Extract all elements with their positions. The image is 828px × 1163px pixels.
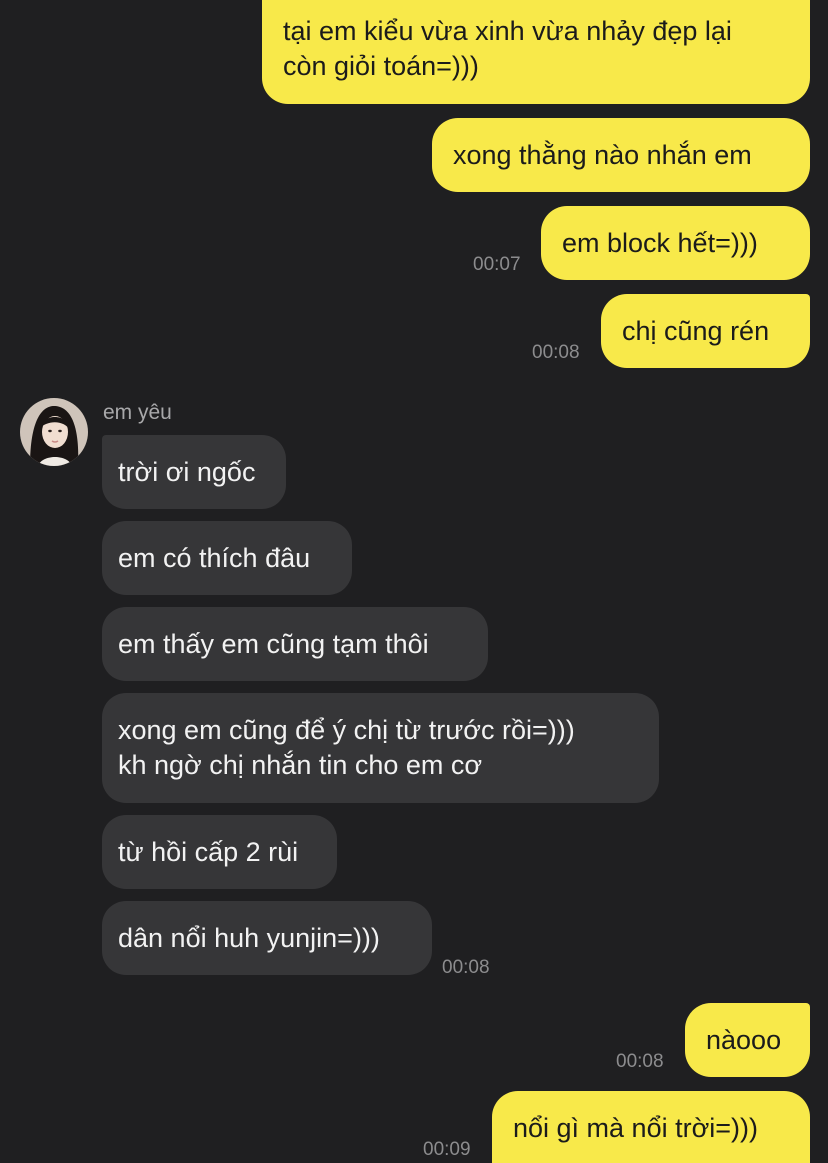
- message-text: trời ơi ngốc: [118, 457, 256, 487]
- message-bubble-outgoing[interactable]: nổi gì mà nổi trời=))): [492, 1091, 810, 1163]
- message-text: em thấy em cũng tạm thôi: [118, 629, 429, 659]
- message-bubble-incoming[interactable]: trời ơi ngốc: [102, 435, 286, 509]
- message-timestamp: 00:08: [532, 342, 580, 363]
- message-timestamp: 00:09: [423, 1139, 471, 1160]
- message-text: xong em cũng để ý chị từ trước rồi=))): [118, 715, 575, 745]
- message-text: em block hết=))): [562, 228, 758, 258]
- message-bubble-incoming[interactable]: dân nổi huh yunjin=))): [102, 901, 432, 975]
- message-bubble-outgoing[interactable]: tại em kiểu vừa xinh vừa nhảy đẹp lại cò…: [262, 0, 810, 104]
- message-bubble-incoming[interactable]: em có thích đâu: [102, 521, 352, 595]
- message-bubble-incoming[interactable]: em thấy em cũng tạm thôi: [102, 607, 488, 681]
- message-timestamp: 00:08: [616, 1051, 664, 1072]
- message-text: dân nổi huh yunjin=))): [118, 923, 380, 953]
- message-text: em có thích đâu: [118, 543, 311, 573]
- message-bubble-outgoing[interactable]: xong thằng nào nhắn em: [432, 118, 810, 192]
- message-text: nàooo: [706, 1025, 782, 1055]
- message-bubble-incoming[interactable]: từ hồi cấp 2 rùi: [102, 815, 337, 889]
- message-bubble-outgoing[interactable]: chị cũng rén: [601, 294, 810, 368]
- message-text: xong thằng nào nhắn em: [453, 140, 752, 170]
- message-text: tại em kiểu vừa xinh vừa nhảy đẹp lại: [283, 16, 732, 46]
- chat-thread[interactable]: tại em kiểu vừa xinh vừa nhảy đẹp lại cò…: [0, 0, 828, 1163]
- profile-photo-icon: [20, 398, 88, 466]
- message-timestamp: 00:07: [473, 254, 521, 275]
- sender-name: em yêu: [103, 401, 172, 424]
- message-text: chị cũng rén: [622, 316, 770, 346]
- contact-avatar[interactable]: [20, 398, 88, 466]
- message-bubble-incoming[interactable]: xong em cũng để ý chị từ trước rồi=))) k…: [102, 693, 659, 803]
- message-text: từ hồi cấp 2 rùi: [118, 837, 299, 867]
- message-text: nổi gì mà nổi trời=))): [513, 1113, 759, 1143]
- message-bubble-outgoing[interactable]: em block hết=))): [541, 206, 810, 280]
- message-text: kh ngờ chị nhắn tin cho em cơ: [118, 750, 483, 780]
- message-timestamp: 00:08: [442, 957, 490, 978]
- message-text: còn giỏi toán=))): [283, 51, 479, 81]
- message-bubble-outgoing[interactable]: nàooo: [685, 1003, 810, 1077]
